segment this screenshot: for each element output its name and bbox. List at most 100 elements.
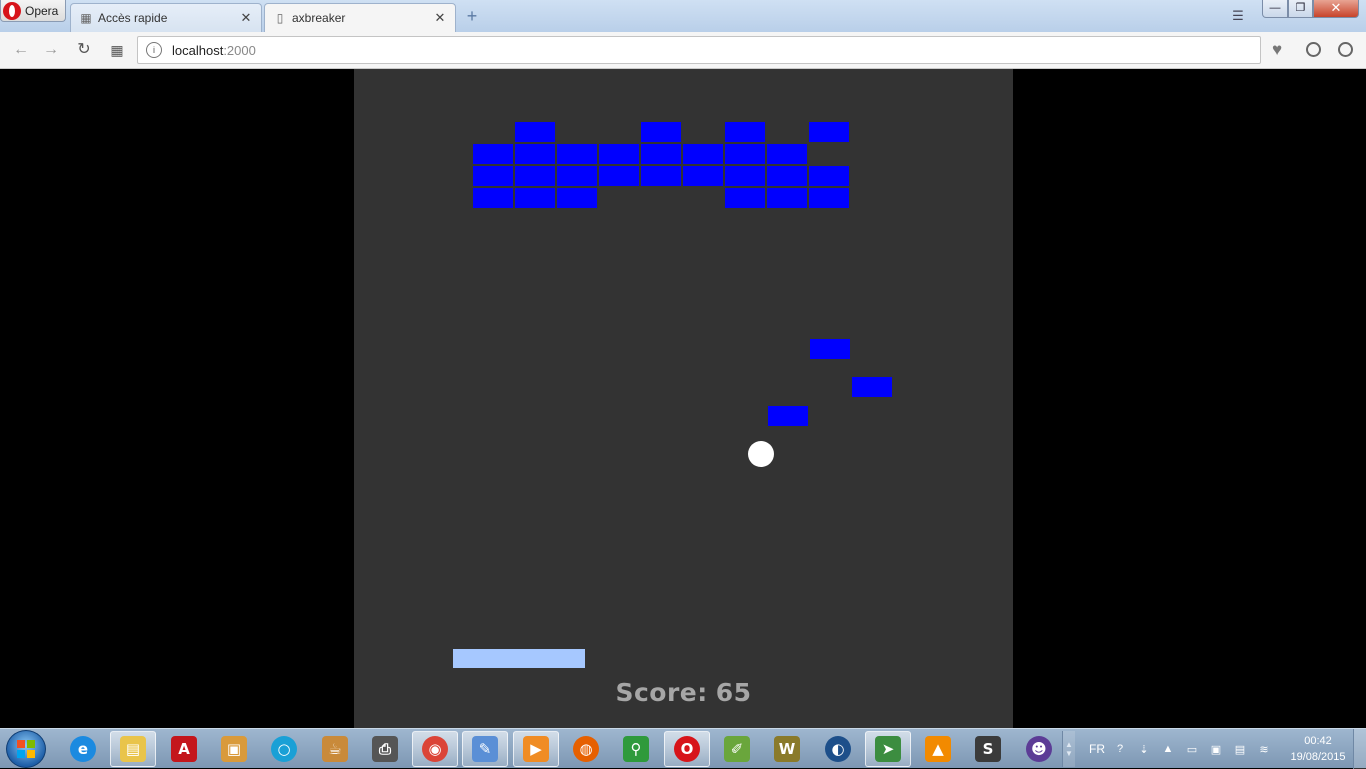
brick xyxy=(809,188,849,208)
brick xyxy=(515,144,555,164)
brick xyxy=(725,188,765,208)
taskbar-app-paint[interactable]: ✎ xyxy=(462,731,508,767)
close-tab-icon[interactable]: ✕ xyxy=(433,10,447,26)
battery-icon[interactable]: ▤ xyxy=(1233,742,1247,756)
wifi-icon[interactable]: ≋ xyxy=(1257,742,1271,756)
taskbar-app-firefox[interactable]: ◍ xyxy=(563,731,609,767)
speed-dial-icon: ▦ xyxy=(80,11,92,25)
ring-app-icon: ○ xyxy=(271,736,297,762)
taskbar-app-image-viewer[interactable]: ▣ xyxy=(211,731,257,767)
system-tray: ▲ ▼ FR ? ⇣ ▲ ▭ ▣ ▤ ≋ 00:42 19/08/2015 xyxy=(1062,729,1366,769)
chrome-icon: ◉ xyxy=(422,736,448,762)
network-icon[interactable]: ▣ xyxy=(1209,742,1223,756)
clock[interactable]: 00:42 19/08/2015 xyxy=(1287,733,1349,765)
media-player-icon: ▶ xyxy=(523,736,549,762)
show-hidden-icons-icon[interactable]: ▲ xyxy=(1161,742,1175,756)
taskbar-app-notepad-plus[interactable]: ✐ xyxy=(714,731,760,767)
brick xyxy=(641,166,681,186)
taskbar-app-adobe-reader[interactable]: A xyxy=(161,731,207,767)
opera-menu-button[interactable]: Opera xyxy=(0,0,66,22)
brick xyxy=(767,188,807,208)
taskbar-app-green-app[interactable]: ⚲ xyxy=(613,731,659,767)
arrow-icon[interactable]: ⇣ xyxy=(1137,742,1151,756)
paper-plane-app-icon: ➤ xyxy=(875,736,901,762)
taskbar-app-paper-plane-app[interactable]: ➤ xyxy=(865,731,911,767)
document-icon: ▯ xyxy=(276,11,284,25)
taskbar-app-ring-app[interactable]: ○ xyxy=(261,731,307,767)
adobe-reader-icon: A xyxy=(171,736,197,762)
page-viewport: Score: 65 xyxy=(0,69,1366,728)
game-canvas[interactable]: Score: 65 xyxy=(354,69,1013,728)
taskbar-app-chrome[interactable]: ◉ xyxy=(412,731,458,767)
taskbar-app-file-explorer[interactable]: ▤ xyxy=(110,731,156,767)
url-port: :2000 xyxy=(223,42,256,58)
tab-label: axbreaker xyxy=(292,11,346,25)
vlc-icon: ▲ xyxy=(925,736,951,762)
taskbar-app-vlc[interactable]: ▲ xyxy=(915,731,961,767)
profile-icon[interactable] xyxy=(1334,39,1356,61)
falling-brick xyxy=(852,377,892,397)
close-tab-icon[interactable]: ✕ xyxy=(239,10,253,26)
tab-speed-dial[interactable]: ▦ Accès rapide ✕ xyxy=(70,3,262,32)
notepad-plus-icon: ✐ xyxy=(724,736,750,762)
reload-icon[interactable]: ↻ xyxy=(73,39,95,61)
back-arrow-icon[interactable]: ← xyxy=(10,39,32,61)
taskbar-app-audio-app[interactable]: ◐ xyxy=(815,731,861,767)
falling-brick xyxy=(768,406,808,426)
usb-icon[interactable]: ▭ xyxy=(1185,742,1199,756)
taskbar-app-opera[interactable]: O xyxy=(664,731,710,767)
brick xyxy=(683,144,723,164)
brick xyxy=(515,166,555,186)
tray-scroll[interactable]: ▲ ▼ xyxy=(1062,731,1075,767)
tab-axbreaker[interactable]: ▯ axbreaker ✕ xyxy=(264,3,456,32)
taskbar-app-media-player[interactable]: ▶ xyxy=(513,731,559,767)
falling-brick xyxy=(810,339,850,359)
start-button[interactable] xyxy=(6,730,46,768)
score-display: Score: 65 xyxy=(354,678,1013,707)
taskbar-app-printer-app[interactable]: ⎙ xyxy=(362,731,408,767)
address-bar[interactable]: i localhost :2000 xyxy=(137,36,1261,64)
taskbar-app-internet-explorer[interactable]: e xyxy=(60,731,106,767)
new-tab-button[interactable]: + xyxy=(462,6,482,26)
brick xyxy=(557,166,597,186)
brick xyxy=(473,166,513,186)
close-window-button[interactable]: ✕ xyxy=(1313,0,1359,18)
brick xyxy=(557,188,597,208)
paint-icon: ✎ xyxy=(472,736,498,762)
help-icon[interactable]: ? xyxy=(1113,742,1127,756)
forward-arrow-icon[interactable]: → xyxy=(40,39,62,61)
brick xyxy=(641,144,681,164)
brick xyxy=(515,188,555,208)
clock-date: 19/08/2015 xyxy=(1290,751,1346,763)
opera-menu-label: Opera xyxy=(25,3,59,18)
brick xyxy=(725,166,765,186)
brick xyxy=(767,144,807,164)
heart-icon[interactable]: ♥ xyxy=(1266,39,1288,61)
minimize-button[interactable]: — xyxy=(1262,0,1288,18)
speed-dial-grid-icon[interactable]: ▦ xyxy=(106,39,128,61)
tab-menu-icon[interactable]: ☰ xyxy=(1228,6,1248,26)
taskbar-app-cat-app[interactable]: ☻ xyxy=(1016,731,1062,767)
brick xyxy=(725,144,765,164)
taskbar-app-coffee-app[interactable]: ☕ xyxy=(312,731,358,767)
audio-app-icon: ◐ xyxy=(825,736,851,762)
internet-explorer-icon: e xyxy=(70,736,96,762)
site-info-icon[interactable]: i xyxy=(146,42,162,58)
opera-logo-icon xyxy=(3,1,21,20)
browser-tab-bar: Opera ▦ Accès rapide ✕ ▯ axbreaker ✕ + ☰… xyxy=(0,0,1366,32)
cat-app-icon: ☻ xyxy=(1026,736,1052,762)
taskbar-app-bookmark-app[interactable]: W xyxy=(764,731,810,767)
show-desktop-button[interactable] xyxy=(1353,729,1366,769)
download-icon[interactable] xyxy=(1302,39,1324,61)
file-explorer-icon: ▤ xyxy=(120,736,146,762)
url-host: localhost xyxy=(172,42,224,58)
brick xyxy=(809,122,849,142)
language-indicator[interactable]: FR xyxy=(1089,742,1105,756)
printer-app-icon: ⎙ xyxy=(372,736,398,762)
taskbar-app-sublime-text[interactable]: S xyxy=(965,731,1011,767)
brick xyxy=(725,122,765,142)
brick xyxy=(599,166,639,186)
paddle[interactable] xyxy=(453,649,585,668)
restore-button[interactable]: ❐ xyxy=(1288,0,1313,18)
tab-label: Accès rapide xyxy=(98,11,168,25)
